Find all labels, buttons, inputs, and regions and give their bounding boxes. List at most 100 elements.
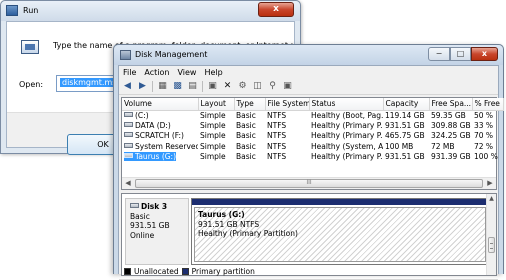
help-icon[interactable]: ▩ (172, 81, 183, 92)
open-folder-icon[interactable]: ◫ (252, 81, 263, 92)
maximize-button[interactable]: □ (450, 47, 471, 61)
fs-cell: NTFS (267, 131, 287, 141)
volume-icon (124, 121, 133, 127)
type-cell: Basic (236, 152, 256, 162)
free-cell: 72 MB (431, 141, 455, 151)
disk-type: Basic (130, 211, 150, 221)
fs-cell: NTFS (267, 110, 287, 120)
vertical-scrollbar[interactable]: ▲ (486, 194, 496, 275)
menu-view[interactable]: View (177, 68, 196, 77)
legend-unallocated: Unallocated (134, 266, 179, 276)
col-status[interactable]: Status (309, 98, 384, 111)
disk-state: Online (130, 230, 155, 240)
settings-icon[interactable]: ⚙ (237, 81, 248, 92)
partition-name: Taurus (G:) (198, 210, 245, 219)
type-cell: Basic (236, 120, 256, 130)
volume-cell: System Reserved (122, 142, 198, 153)
volume-icon (124, 153, 133, 159)
scroll-thumb[interactable]: III (135, 179, 483, 188)
disk-management-window: Disk Management − □ x File Action View H… (113, 44, 504, 280)
free-cell: 324.25 GB (431, 131, 471, 141)
volume-icon (124, 132, 133, 138)
unallocated-swatch (124, 267, 131, 275)
menu-bar: File Action View Help (119, 66, 498, 79)
open-label: Open: (19, 80, 44, 89)
type-cell: Basic (236, 110, 256, 120)
table-row[interactable]: System Reserved Simple Basic NTFS Health… (122, 142, 503, 153)
disk-name: Disk 3 (130, 202, 184, 212)
run-close-button[interactable]: x (258, 2, 294, 17)
disk-info-box[interactable]: Disk 3 Basic 931.51 GB Online (125, 198, 189, 265)
layout-cell: Simple (200, 110, 226, 120)
capacity-cell: 931.51 GB (385, 152, 425, 162)
search-icon[interactable]: ⚲ (267, 81, 278, 92)
table-row[interactable]: SCRATCH (F:) Simple Basic NTFS Healthy (… (122, 131, 503, 142)
disk-icon[interactable]: ▣ (282, 81, 293, 92)
menu-action[interactable]: Action (144, 68, 169, 77)
col-layout[interactable]: Layout (198, 98, 235, 111)
dm-client-area: File Action View Help ◀ ▶ ▦ ▩ ▤ ▣ ✕ ⚙ ◫ … (118, 65, 504, 280)
col-type[interactable]: Type (234, 98, 266, 111)
col-percent-free[interactable]: % Free (472, 98, 504, 111)
col-volume[interactable]: Volume (122, 98, 199, 111)
status-cell: Healthy (System, A... (311, 141, 383, 151)
type-cell: Basic (236, 131, 256, 141)
primary-partition-band (192, 199, 488, 205)
volume-cell: SCRATCH (F:) (122, 131, 198, 142)
fs-cell: NTFS (267, 141, 287, 151)
col-free-space[interactable]: Free Spa... (429, 98, 473, 111)
back-arrow-icon[interactable]: ◀ (122, 81, 133, 92)
pct-free-cell: 33 % (474, 120, 494, 130)
col-file-system[interactable]: File System (265, 98, 310, 111)
legend-primary-partition: Primary partition (191, 266, 255, 276)
status-cell: Healthy (Boot, Pag... (311, 110, 383, 120)
volume-table: Volume Layout Type File System Status Ca… (122, 98, 504, 163)
properties-icon[interactable]: ▣ (207, 81, 218, 92)
run-titlebar[interactable]: Run x (1, 1, 300, 21)
scroll-right-icon[interactable]: ▶ (485, 179, 495, 188)
fs-cell: NTFS (267, 120, 287, 130)
layout-cell: Simple (200, 120, 226, 130)
menu-help[interactable]: Help (204, 68, 222, 77)
pct-free-cell: 100 % (474, 152, 498, 162)
partition-body: Taurus (G:) 931.51 GB NTFS Healthy (Prim… (194, 207, 486, 262)
horizontal-scrollbar[interactable]: ◀ III ▶ (122, 177, 496, 189)
scroll-up-icon[interactable]: ▲ (487, 195, 496, 203)
col-capacity[interactable]: Capacity (383, 98, 430, 111)
status-cell: Healthy (Primary P... (311, 120, 383, 130)
disk-graphical-view: Disk 3 Basic 931.51 GB Online Taurus (G:… (121, 193, 497, 276)
console-tree-icon[interactable]: ▦ (157, 81, 168, 92)
layout-cell: Simple (200, 152, 226, 162)
dm-title: Disk Management (135, 50, 208, 59)
volume-cell: (C:) (122, 110, 198, 121)
disk-size: 931.51 GB (130, 221, 170, 230)
scroll-left-icon[interactable]: ◀ (123, 179, 133, 188)
close-button[interactable]: x (471, 47, 498, 61)
capacity-cell: 119.14 GB (385, 110, 425, 120)
layout-cell: Simple (200, 141, 226, 151)
delete-icon[interactable]: ✕ (222, 81, 233, 92)
menu-file[interactable]: File (123, 68, 136, 77)
volume-table-header: Volume Layout Type File System Status Ca… (122, 98, 504, 111)
partition-block[interactable]: Taurus (G:) 931.51 GB NTFS Healthy (Prim… (191, 198, 489, 265)
capacity-cell: 465.75 GB (385, 131, 425, 141)
capacity-cell: 100 MB (385, 141, 414, 151)
type-cell: Basic (236, 141, 256, 151)
legend: Unallocated Primary partition (121, 265, 255, 277)
run-title: Run (23, 6, 39, 15)
grid-icon[interactable]: ▤ (187, 81, 198, 92)
toolbar-separator (152, 81, 153, 92)
dm-titlebar[interactable]: Disk Management − □ x (114, 45, 503, 65)
partition-size-fs: 931.51 GB NTFS (198, 219, 260, 229)
free-cell: 309.88 GB (431, 120, 471, 130)
table-row[interactable]: DATA (D:) Simple Basic NTFS Healthy (Pri… (122, 121, 503, 132)
table-row[interactable]: (C:) Simple Basic NTFS Healthy (Boot, Pa… (122, 110, 503, 121)
selected-volume-name: Taurus (G:) (124, 152, 177, 162)
table-row-selected[interactable]: Taurus (G:) Simple Basic NTFS Healthy (P… (122, 152, 503, 163)
forward-arrow-icon[interactable]: ▶ (137, 81, 148, 92)
disk-management-app-icon (120, 50, 131, 60)
minimize-button[interactable]: − (428, 47, 450, 61)
volume-icon (124, 111, 133, 117)
free-cell: 931.39 GB (431, 152, 471, 162)
vertical-scroll-thumb[interactable] (488, 237, 495, 253)
